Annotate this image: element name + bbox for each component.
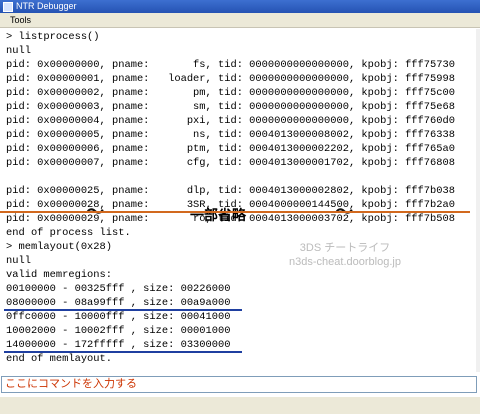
console-output[interactable]: > listprocess() null pid: 0x00000000, pn… — [0, 29, 480, 372]
watermark-url: n3ds-cheat.doorblog.jp — [289, 256, 401, 268]
app-icon — [3, 1, 13, 12]
menu-tools[interactable]: Tools — [10, 13, 31, 27]
status-strip — [0, 397, 480, 414]
console-line: pid: 0x00000000, pname: fs, tid: 0000000… — [6, 59, 455, 71]
console-line: pid: 0x00000029, pname: ro, tid: 0004013… — [6, 213, 455, 225]
console-line: end of process list. — [6, 227, 131, 239]
console-line: 10002000 - 10002fff , size: 00001000 — [6, 325, 231, 337]
console-line: pid: 0x00000005, pname: ns, tid: 0004013… — [6, 129, 455, 141]
title-bar: NTR Debugger — [0, 0, 480, 13]
command-input[interactable]: ここにコマンドを入力する — [1, 376, 477, 393]
console-line: null — [6, 45, 31, 57]
console-line: > memlayout(0x28) — [6, 241, 113, 253]
scrollbar[interactable] — [476, 29, 480, 372]
menu-bar: Tools — [0, 13, 480, 28]
watermark-title: 3DS チートライフ — [299, 242, 391, 254]
console-line: null — [6, 255, 31, 267]
console-line: valid memregions: — [6, 269, 113, 281]
console-line: pid: 0x00000001, pname: loader, tid: 000… — [6, 73, 455, 85]
console-line: pid: 0x00000007, pname: cfg, tid: 000401… — [6, 157, 455, 169]
console-line: > listprocess() — [6, 31, 100, 43]
console-line: pid: 0x00000002, pname: pm, tid: 0000000… — [6, 87, 455, 99]
console-line: pid: 0x00000006, pname: ptm, tid: 000401… — [6, 143, 455, 155]
console-line: 00100000 - 00325fff , size: 00226000 — [6, 283, 231, 295]
watermark: 3DS チートライフ n3ds-cheat.doorblog.jp — [270, 241, 420, 269]
console-line: pid: 0x00000004, pname: pxi, tid: 000000… — [6, 115, 455, 127]
console-line: pid: 0x00000025, pname: dlp, tid: 000401… — [6, 185, 455, 197]
window-title: NTR Debugger — [16, 1, 77, 11]
console-line: pid: 0x00000003, pname: sm, tid: 0000000… — [6, 101, 455, 113]
console-line: end of memlayout. — [6, 353, 113, 365]
console-line: 0ffc0000 - 10000fff , size: 00041000 — [6, 311, 231, 323]
